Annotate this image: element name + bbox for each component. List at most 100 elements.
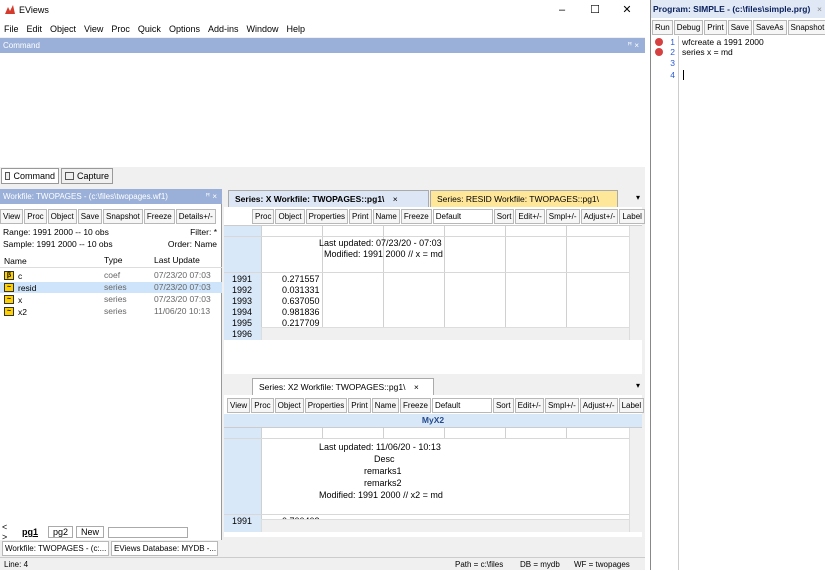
sort-button[interactable]: Sort <box>493 208 515 224</box>
list-item[interactable]: ~ x series 07/23/20 07:03 <box>0 294 222 305</box>
proc-button[interactable]: Proc <box>251 397 274 413</box>
horizontal-scrollbar[interactable] <box>261 519 629 532</box>
tab-series-x[interactable]: Series: X Workfile: TWOPAGES::pg1\ × <box>228 190 429 207</box>
proc-button[interactable]: Proc <box>252 208 275 224</box>
debug-button[interactable]: Debug <box>673 19 704 35</box>
wf-object-button[interactable]: Object <box>47 208 77 224</box>
freeze-button[interactable]: Freeze <box>400 397 431 413</box>
wf-details-button[interactable]: Details+/- <box>175 208 216 224</box>
print-button[interactable]: Print <box>348 397 371 413</box>
run-button[interactable]: Run <box>652 19 673 35</box>
code-line[interactable]: 3 <box>651 58 825 68</box>
sample-label[interactable]: Sample: 1991 2000 -- 10 obs <box>3 239 113 249</box>
sort-button[interactable]: Sort <box>492 397 514 413</box>
wf-freeze-button[interactable]: Freeze <box>143 208 175 224</box>
taskbar-database[interactable]: EViews Database: MYDB -... <box>111 541 218 556</box>
snapshot-button[interactable]: Snapshot <box>787 19 825 35</box>
value-cell[interactable]: 0.981836 <box>282 307 320 317</box>
tab-dropdown-icon[interactable]: ▾ <box>636 381 640 390</box>
value-cell[interactable]: 0.637050 <box>282 296 320 306</box>
tab-series-resid[interactable]: Series: RESID Workfile: TWOPAGES::pg1\ <box>430 190 618 207</box>
list-item[interactable]: βc coef 07/23/20 07:03 <box>0 270 222 281</box>
saveas-button[interactable]: SaveAs <box>752 19 787 35</box>
code-line[interactable]: 1 wfcreate a 1991 2000 <box>651 37 825 47</box>
name-button[interactable]: Name <box>372 208 400 224</box>
name-button[interactable]: Name <box>371 397 400 413</box>
vertical-scrollbar[interactable] <box>629 428 642 532</box>
menu-quick[interactable]: Quick <box>138 24 161 34</box>
print-button[interactable]: Print <box>704 19 727 35</box>
status-path[interactable]: Path = c:\files <box>455 558 503 571</box>
series-x2-grid[interactable]: Last updated: 11/06/20 - 10:13 Desc rema… <box>224 427 642 533</box>
label-button[interactable]: Label <box>618 397 645 413</box>
edit-button[interactable]: Edit+/- <box>514 397 544 413</box>
value-cell[interactable]: 0.031331 <box>282 285 320 295</box>
menu-options[interactable]: Options <box>169 24 200 34</box>
adjust-button[interactable]: Adjust+/- <box>579 397 618 413</box>
code-line[interactable]: 4 <box>651 70 825 80</box>
object-button[interactable]: Object <box>275 208 305 224</box>
tab-new[interactable]: New <box>76 526 105 538</box>
save-button[interactable]: Save <box>727 19 752 35</box>
menu-edit[interactable]: Edit <box>27 24 43 34</box>
status-db[interactable]: DB = mydb <box>520 558 560 571</box>
close-icon[interactable]: × <box>393 194 398 204</box>
menu-proc[interactable]: Proc <box>111 24 130 34</box>
list-item[interactable]: ~ resid series 07/23/20 07:03 <box>0 282 222 293</box>
print-button[interactable]: Print <box>349 208 372 224</box>
menu-help[interactable]: Help <box>287 24 306 34</box>
col-type-header[interactable]: Type <box>104 255 154 267</box>
page-nav-icon[interactable]: < > <box>0 522 12 542</box>
filter-label[interactable]: Filter: * <box>190 227 217 237</box>
smpl-button[interactable]: Smpl+/- <box>545 208 580 224</box>
col-name-header[interactable]: Name <box>0 255 104 267</box>
menu-window[interactable]: Window <box>246 24 278 34</box>
close-icon[interactable]: × <box>817 0 822 18</box>
status-wf[interactable]: WF = twopages <box>574 558 630 571</box>
properties-button[interactable]: Properties <box>305 208 349 224</box>
object-button[interactable]: Object <box>274 397 304 413</box>
tab-series-x2[interactable]: Series: X2 Workfile: TWOPAGES::pg1\ × <box>252 378 434 395</box>
wf-view-button[interactable]: View <box>0 208 24 224</box>
properties-button[interactable]: Properties <box>304 397 348 413</box>
freeze-button[interactable]: Freeze <box>400 208 432 224</box>
minimize-button[interactable]: – <box>549 2 575 18</box>
default-select[interactable]: Default <box>432 208 493 224</box>
menu-file[interactable]: File <box>4 24 19 34</box>
command-input-area[interactable] <box>0 53 645 167</box>
series-x-grid[interactable]: Last updated: 07/23/20 - 07:03 Modified:… <box>224 225 642 351</box>
close-icon[interactable]: × <box>414 382 419 392</box>
menu-object[interactable]: Object <box>50 24 76 34</box>
label-button[interactable]: Label <box>619 208 645 224</box>
value-cell[interactable]: 0.271557 <box>282 274 320 284</box>
horizontal-scrollbar[interactable] <box>261 327 629 340</box>
tab-pg1[interactable]: pg1 <box>22 527 38 537</box>
vertical-scrollbar[interactable] <box>629 226 642 340</box>
adjust-button[interactable]: Adjust+/- <box>580 208 619 224</box>
col-update-header[interactable]: Last Update <box>154 255 220 267</box>
tab-dropdown-icon[interactable]: ▾ <box>636 193 640 202</box>
taskbar-workfile[interactable]: Workfile: TWOPAGES - (c:... <box>2 541 109 556</box>
smpl-button[interactable]: Smpl+/- <box>544 397 579 413</box>
command-window-controls[interactable]: ꟸ × <box>627 38 639 53</box>
wf-proc-button[interactable]: Proc <box>24 208 47 224</box>
tab-command[interactable]: Command <box>1 168 59 184</box>
menu-add-ins[interactable]: Add-ins <box>208 24 239 34</box>
menu-view[interactable]: View <box>84 24 103 34</box>
breakpoint-icon[interactable] <box>655 48 663 56</box>
maximize-button[interactable]: ☐ <box>582 2 608 18</box>
view-button[interactable]: View <box>227 397 251 413</box>
tab-pg2[interactable]: pg2 <box>48 526 74 538</box>
tab-capture[interactable]: Capture <box>61 168 113 184</box>
breakpoint-icon[interactable] <box>655 38 663 46</box>
close-button[interactable]: ✕ <box>614 2 640 18</box>
default-select[interactable]: Default <box>431 397 492 413</box>
page-tab-scrollbar[interactable] <box>108 526 189 538</box>
list-item[interactable]: ~ x2 series 11/06/20 10:13 <box>0 306 222 317</box>
code-line[interactable]: 2 series x = md <box>651 47 825 57</box>
range-label[interactable]: Range: 1991 2000 -- 10 obs <box>3 227 109 237</box>
edit-button[interactable]: Edit+/- <box>515 208 545 224</box>
order-label[interactable]: Order: Name <box>168 239 217 249</box>
workfile-controls[interactable]: ꟸ × <box>205 189 217 204</box>
wf-snapshot-button[interactable]: Snapshot <box>103 208 143 224</box>
